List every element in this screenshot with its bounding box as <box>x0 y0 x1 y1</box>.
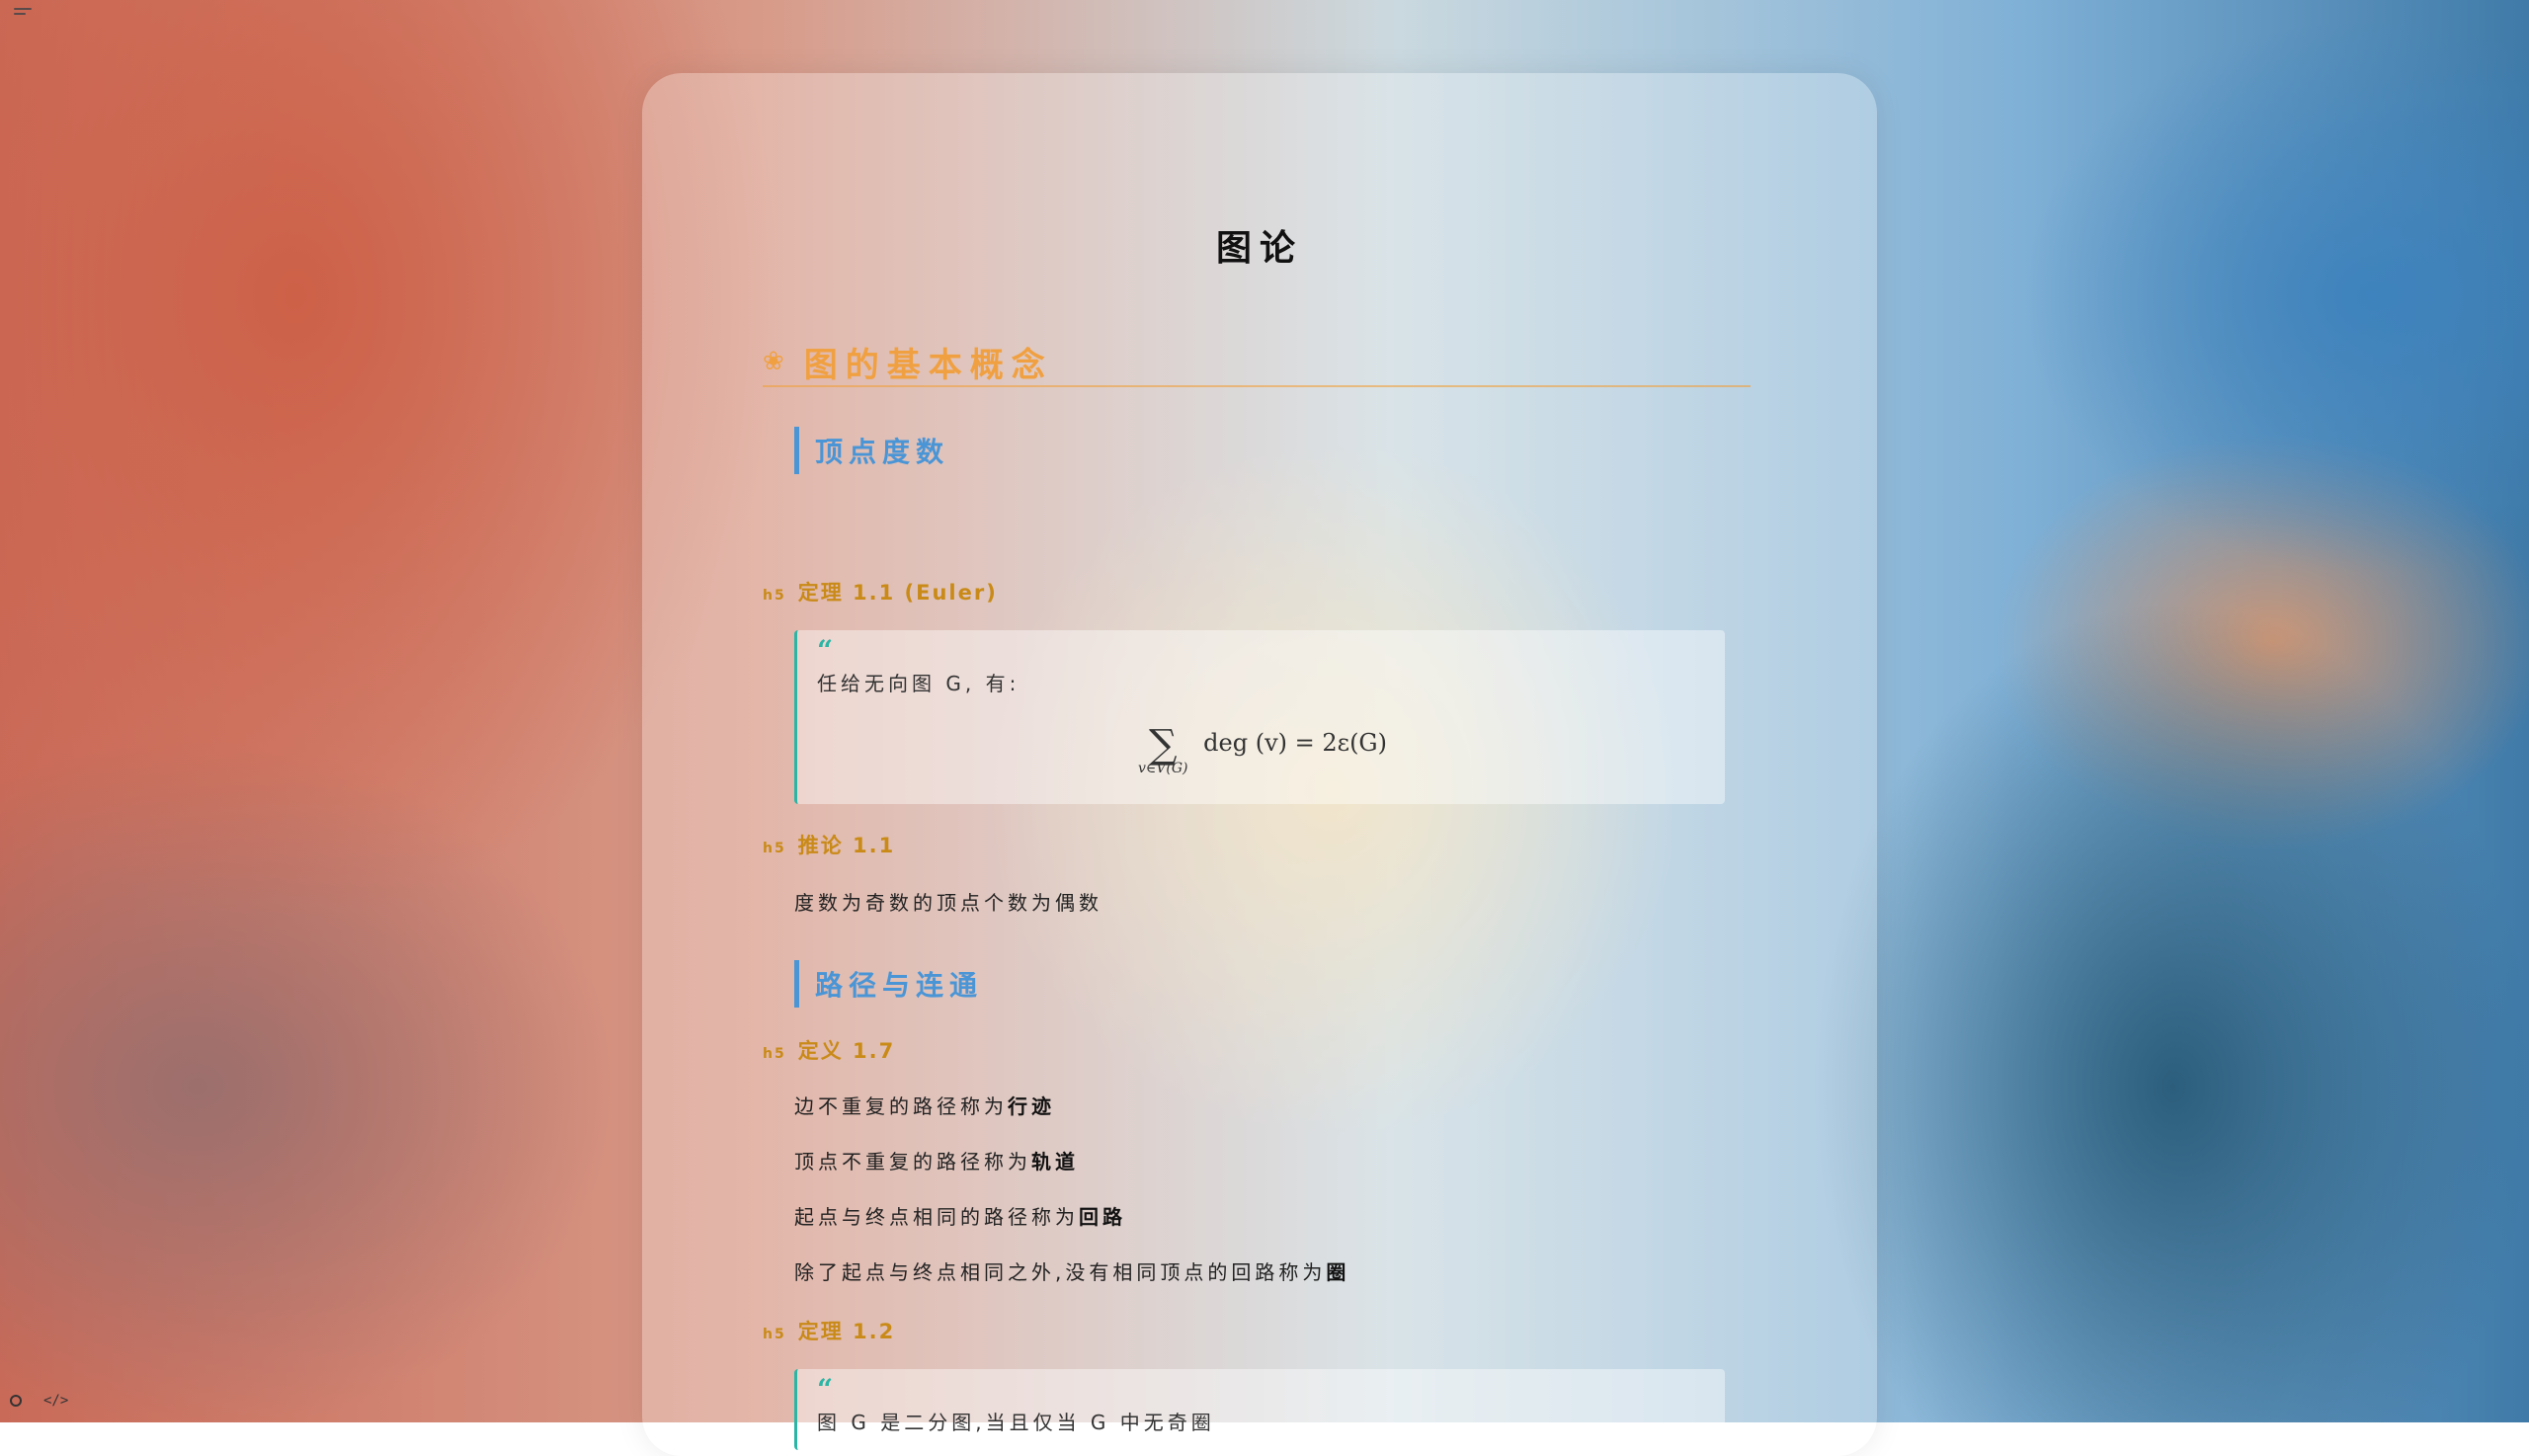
h5-tag: h5 <box>763 588 786 604</box>
theorem-1-1-text: 定理 1.1 (Euler) <box>797 581 998 605</box>
h5-tag: h5 <box>763 1046 786 1062</box>
definition-line-circuit: 起点与终点相同的路径称为回路 <box>794 1201 1126 1230</box>
document-card: 图论 ❀ 图的基本概念 顶点度数 h5 定理 1.1 (Euler) “ 任给无… <box>642 73 1877 1456</box>
theorem-1-1-quote: “ 任给无向图 G, 有: ∑ v∈V(G) deg (v) = 2ε(G) <box>794 630 1725 804</box>
definition-line-trail: 边不重复的路径称为行迹 <box>794 1091 1055 1119</box>
circle-icon[interactable] <box>10 1395 22 1407</box>
definition-term: 行迹 <box>1008 1094 1055 1118</box>
section-heading-basic-concepts: ❀ 图的基本概念 <box>763 338 1751 387</box>
section-heading-text: 图的基本概念 <box>803 345 1053 385</box>
theorem-1-2-heading: h5 定理 1.2 <box>763 1316 895 1345</box>
definition-1-7-text: 定义 1.7 <box>797 1039 896 1063</box>
definition-1-7-heading: h5 定义 1.7 <box>763 1035 895 1065</box>
subsection-heading-text: 顶点度数 <box>815 436 950 468</box>
formula-body: deg (v) = 2ε(G) <box>1203 729 1387 757</box>
theorem-1-2-text: 定理 1.2 <box>797 1320 896 1343</box>
page-title: 图论 <box>1215 228 1303 269</box>
quote-mark-icon: “ <box>817 634 834 667</box>
quote-text: 任给无向图 G, 有: <box>817 672 1020 695</box>
h5-tag: h5 <box>763 841 786 856</box>
subsection-heading-text: 路径与连通 <box>815 969 984 1002</box>
definition-term: 圈 <box>1326 1260 1350 1284</box>
subsection-heading-vertex-degree: 顶点度数 <box>794 427 1387 474</box>
code-icon[interactable]: </> <box>43 1393 68 1409</box>
corollary-1-1-heading: h5 推论 1.1 <box>763 830 895 859</box>
definition-term: 轨道 <box>1031 1150 1079 1173</box>
theorem-1-2-quote: “ 图 G 是二分图,当且仅当 G 中无奇圈 <box>794 1369 1725 1450</box>
corollary-paragraph: 度数为奇数的顶点个数为偶数 <box>794 891 1102 915</box>
definition-line-cycle: 除了起点与终点相同之外,没有相同顶点的回路称为圈 <box>794 1256 1349 1285</box>
theorem-1-1-heading: h5 定理 1.1 (Euler) <box>763 577 998 607</box>
flower-icon: ❀ <box>763 347 792 376</box>
corollary-1-1-text: 推论 1.1 <box>797 834 896 857</box>
sum-symbol: ∑ v∈V(G) <box>1138 722 1188 776</box>
definition-term: 回路 <box>1079 1205 1126 1229</box>
definition-prefix: 除了起点与终点相同之外,没有相同顶点的回路称为 <box>794 1260 1327 1284</box>
sum-subscript: v∈V(G) <box>1138 761 1188 776</box>
hamburger-menu-icon[interactable] <box>14 8 32 22</box>
bottom-left-toolbar: </> <box>10 1393 68 1409</box>
quote-text: 图 G 是二分图,当且仅当 G 中无奇圈 <box>817 1411 1215 1434</box>
quote-mark-icon: “ <box>817 1373 834 1406</box>
definition-prefix: 顶点不重复的路径称为 <box>794 1150 1031 1173</box>
definition-prefix: 起点与终点相同的路径称为 <box>794 1205 1079 1229</box>
euler-formula: ∑ v∈V(G) deg (v) = 2ε(G) <box>797 725 1728 776</box>
subsection-heading-paths: 路径与连通 <box>794 960 1387 1008</box>
definition-line-path: 顶点不重复的路径称为轨道 <box>794 1146 1079 1174</box>
definition-prefix: 边不重复的路径称为 <box>794 1094 1008 1118</box>
h5-tag: h5 <box>763 1327 786 1342</box>
